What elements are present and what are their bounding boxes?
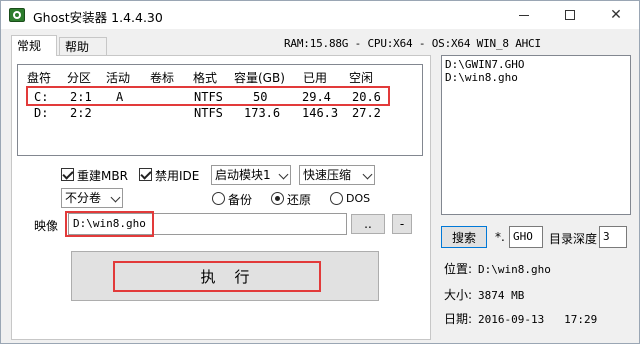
size-value: 3874 MB <box>478 289 525 302</box>
compression-select[interactable]: 快速压缩 <box>299 165 375 185</box>
header-capacity: 容量(GB) <box>234 71 285 85</box>
date-info: 日期: 2016-09-13 17:29 <box>444 310 597 327</box>
window-title: Ghost安装器 1.4.4.30 <box>33 10 163 25</box>
dos-label: DOS <box>346 192 371 205</box>
rebuild-mbr-label: 重建MBR <box>77 169 128 183</box>
extension-input[interactable]: GHO <box>509 226 543 248</box>
header-free: 空闲 <box>349 71 374 85</box>
app-window: Ghost安装器 1.4.4.30 ✕ 常规 帮助 RAM:15.88G - C… <box>0 0 640 344</box>
cell-free: 27.2 <box>352 106 381 120</box>
restore-label: 还原 <box>287 193 312 207</box>
title-bar: Ghost安装器 1.4.4.30 ✕ <box>1 1 639 29</box>
wildcard-label: *. <box>495 230 505 244</box>
header-used: 已用 <box>303 71 328 85</box>
maximize-icon <box>565 10 575 20</box>
boot-module-select[interactable]: 启动模块1 <box>211 165 291 185</box>
dos-radio[interactable] <box>330 192 343 205</box>
depth-input[interactable]: 3 <box>599 226 627 248</box>
tab-general[interactable]: 常规 <box>11 35 57 56</box>
location-label: 位置: <box>444 262 473 276</box>
browse-button[interactable]: .. <box>351 214 385 234</box>
close-button[interactable]: ✕ <box>593 1 639 29</box>
close-icon: ✕ <box>610 7 622 23</box>
disable-ide-checkbox[interactable] <box>139 168 152 181</box>
execute-highlight-box <box>113 261 321 292</box>
date-value: 2016-09-13 17:29 <box>478 313 598 326</box>
header-active: 活动 <box>106 71 131 85</box>
location-value: D:\win8.gho <box>478 263 551 276</box>
backup-label: 备份 <box>228 193 253 207</box>
cell-partition: 2:2 <box>70 106 92 120</box>
image-path-highlight-box <box>65 211 154 237</box>
disable-ide-label: 禁用IDE <box>155 169 200 183</box>
split-volume-value: 不分卷 <box>65 191 102 205</box>
image-file-list[interactable]: D:\GWIN7.GHO D:\win8.gho <box>441 55 631 215</box>
list-item[interactable]: D:\GWIN7.GHO <box>445 58 627 71</box>
remove-button[interactable]: - <box>392 214 412 234</box>
header-drive: 盘符 <box>27 71 52 85</box>
cell-capacity: 173.6 <box>244 106 281 120</box>
depth-label: 目录深度 <box>549 232 598 246</box>
tab-help[interactable]: 帮助 <box>59 37 107 55</box>
ghost-app-icon <box>9 8 25 22</box>
compression-value: 快速压缩 <box>303 168 352 182</box>
cell-format: NTFS <box>194 106 223 120</box>
boot-module-value: 启动模块1 <box>215 168 271 182</box>
date-label: 日期: <box>444 312 473 326</box>
size-label: 大小: <box>444 288 473 302</box>
size-info: 大小: 3874 MB <box>444 286 524 303</box>
restore-radio[interactable] <box>271 192 284 205</box>
cell-used: 146.3 <box>302 106 339 120</box>
header-format: 格式 <box>193 71 218 85</box>
maximize-button[interactable] <box>547 1 593 29</box>
system-info: RAM:15.88G - CPU:X64 - OS:X64 WIN_8 AHCI <box>284 37 541 50</box>
header-partition: 分区 <box>67 71 92 85</box>
backup-radio[interactable] <box>212 192 225 205</box>
table-row[interactable]: D: 2:2 NTFS 173.6 146.3 27.2 <box>18 106 422 122</box>
image-label: 映像 <box>34 219 59 233</box>
chevron-down-icon <box>110 192 121 203</box>
minimize-icon <box>519 14 529 16</box>
partition-table[interactable]: 盘符 分区 活动 卷标 格式 容量(GB) 已用 空闲 C: 2:1 A NTF… <box>17 64 423 156</box>
cell-drive: D: <box>34 106 49 120</box>
highlight-row-box <box>26 86 390 106</box>
minimize-button[interactable] <box>501 1 547 29</box>
search-button[interactable]: 搜索 <box>441 226 487 248</box>
header-label: 卷标 <box>150 71 175 85</box>
chevron-down-icon <box>362 169 373 180</box>
table-header: 盘符 分区 活动 卷标 格式 容量(GB) 已用 空闲 <box>18 69 422 87</box>
location-info: 位置: D:\win8.gho <box>444 260 551 277</box>
chevron-down-icon <box>278 169 289 180</box>
split-volume-select[interactable]: 不分卷 <box>61 188 123 208</box>
list-item[interactable]: D:\win8.gho <box>445 71 627 84</box>
rebuild-mbr-checkbox[interactable] <box>61 168 74 181</box>
